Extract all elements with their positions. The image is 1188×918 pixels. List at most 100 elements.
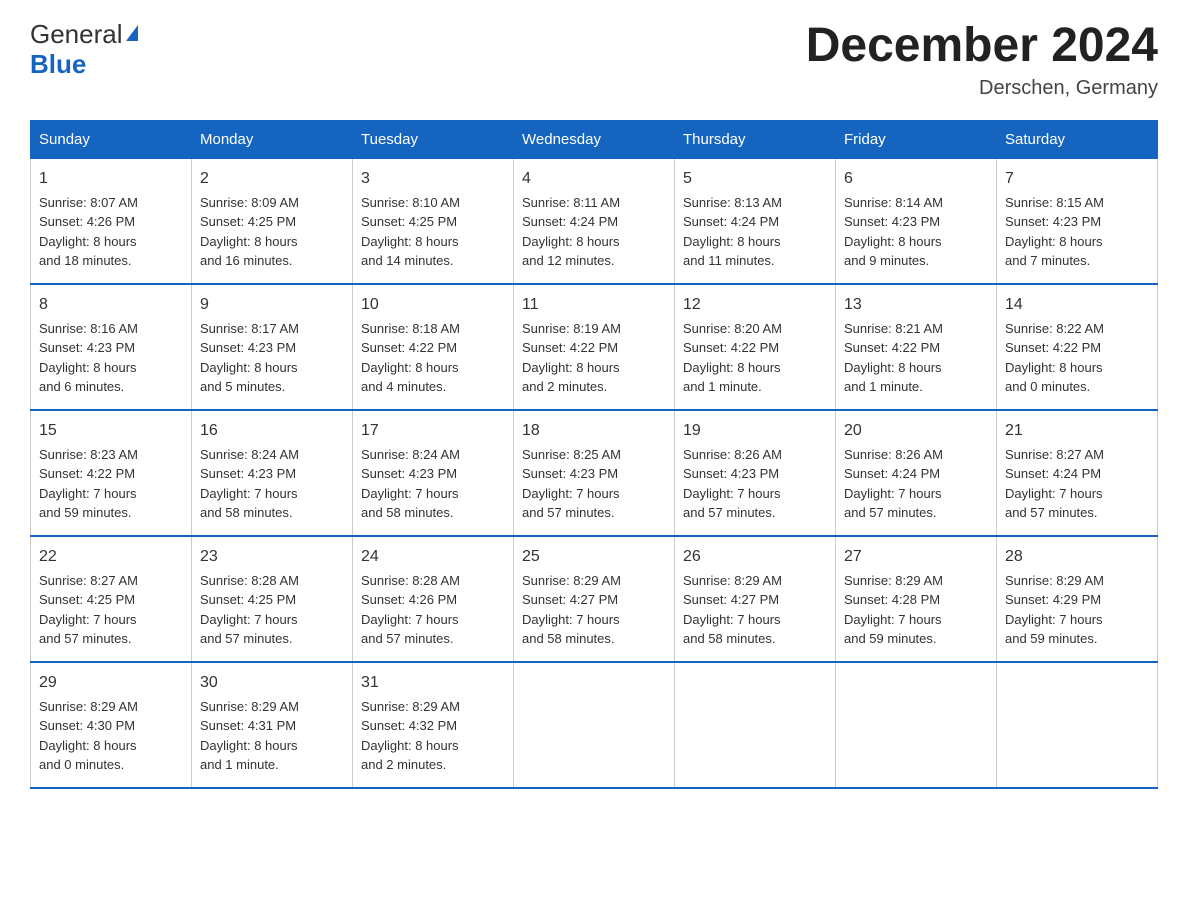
table-row: 20Sunrise: 8:26 AMSunset: 4:24 PMDayligh… xyxy=(836,410,997,536)
day-number: 8 xyxy=(39,293,183,317)
col-wednesday: Wednesday xyxy=(514,120,675,158)
day-info: Sunrise: 8:28 AMSunset: 4:26 PMDaylight:… xyxy=(361,571,505,649)
day-info: Sunrise: 8:17 AMSunset: 4:23 PMDaylight:… xyxy=(200,319,344,397)
day-number: 16 xyxy=(200,419,344,443)
day-number: 14 xyxy=(1005,293,1149,317)
logo-blue: Blue xyxy=(30,49,86,79)
calendar-week-row: 1Sunrise: 8:07 AMSunset: 4:26 PMDaylight… xyxy=(31,158,1158,284)
day-info: Sunrise: 8:29 AMSunset: 4:27 PMDaylight:… xyxy=(522,571,666,649)
day-number: 31 xyxy=(361,671,505,695)
day-info: Sunrise: 8:15 AMSunset: 4:23 PMDaylight:… xyxy=(1005,193,1149,271)
day-info: Sunrise: 8:21 AMSunset: 4:22 PMDaylight:… xyxy=(844,319,988,397)
calendar-week-row: 22Sunrise: 8:27 AMSunset: 4:25 PMDayligh… xyxy=(31,536,1158,662)
page-title: December 2024 xyxy=(806,20,1158,73)
table-row: 10Sunrise: 8:18 AMSunset: 4:22 PMDayligh… xyxy=(353,284,514,410)
table-row: 6Sunrise: 8:14 AMSunset: 4:23 PMDaylight… xyxy=(836,158,997,284)
day-info: Sunrise: 8:29 AMSunset: 4:27 PMDaylight:… xyxy=(683,571,827,649)
day-number: 22 xyxy=(39,545,183,569)
table-row: 31Sunrise: 8:29 AMSunset: 4:32 PMDayligh… xyxy=(353,662,514,788)
day-info: Sunrise: 8:24 AMSunset: 4:23 PMDaylight:… xyxy=(200,445,344,523)
day-number: 29 xyxy=(39,671,183,695)
table-row: 13Sunrise: 8:21 AMSunset: 4:22 PMDayligh… xyxy=(836,284,997,410)
calendar-table: Sunday Monday Tuesday Wednesday Thursday… xyxy=(30,120,1158,789)
day-number: 1 xyxy=(39,167,183,191)
day-info: Sunrise: 8:28 AMSunset: 4:25 PMDaylight:… xyxy=(200,571,344,649)
day-number: 9 xyxy=(200,293,344,317)
table-row: 21Sunrise: 8:27 AMSunset: 4:24 PMDayligh… xyxy=(997,410,1158,536)
calendar-week-row: 8Sunrise: 8:16 AMSunset: 4:23 PMDaylight… xyxy=(31,284,1158,410)
calendar-week-row: 29Sunrise: 8:29 AMSunset: 4:30 PMDayligh… xyxy=(31,662,1158,788)
table-row: 26Sunrise: 8:29 AMSunset: 4:27 PMDayligh… xyxy=(675,536,836,662)
table-row: 23Sunrise: 8:28 AMSunset: 4:25 PMDayligh… xyxy=(192,536,353,662)
table-row: 25Sunrise: 8:29 AMSunset: 4:27 PMDayligh… xyxy=(514,536,675,662)
title-block: December 2024 Derschen, Germany xyxy=(806,20,1158,100)
calendar-header-row: Sunday Monday Tuesday Wednesday Thursday… xyxy=(31,120,1158,158)
col-monday: Monday xyxy=(192,120,353,158)
logo-arrow-icon xyxy=(126,25,138,41)
table-row: 3Sunrise: 8:10 AMSunset: 4:25 PMDaylight… xyxy=(353,158,514,284)
day-info: Sunrise: 8:29 AMSunset: 4:30 PMDaylight:… xyxy=(39,697,183,775)
day-info: Sunrise: 8:24 AMSunset: 4:23 PMDaylight:… xyxy=(361,445,505,523)
col-sunday: Sunday xyxy=(31,120,192,158)
day-number: 4 xyxy=(522,167,666,191)
col-saturday: Saturday xyxy=(997,120,1158,158)
day-number: 18 xyxy=(522,419,666,443)
table-row: 28Sunrise: 8:29 AMSunset: 4:29 PMDayligh… xyxy=(997,536,1158,662)
day-number: 12 xyxy=(683,293,827,317)
logo: General Blue xyxy=(30,20,138,80)
day-info: Sunrise: 8:29 AMSunset: 4:28 PMDaylight:… xyxy=(844,571,988,649)
day-number: 23 xyxy=(200,545,344,569)
day-number: 3 xyxy=(361,167,505,191)
day-number: 10 xyxy=(361,293,505,317)
page-header: General Blue December 2024 Derschen, Ger… xyxy=(30,20,1158,100)
day-info: Sunrise: 8:22 AMSunset: 4:22 PMDaylight:… xyxy=(1005,319,1149,397)
table-row: 14Sunrise: 8:22 AMSunset: 4:22 PMDayligh… xyxy=(997,284,1158,410)
day-number: 19 xyxy=(683,419,827,443)
day-number: 27 xyxy=(844,545,988,569)
col-tuesday: Tuesday xyxy=(353,120,514,158)
day-number: 17 xyxy=(361,419,505,443)
table-row: 1Sunrise: 8:07 AMSunset: 4:26 PMDaylight… xyxy=(31,158,192,284)
day-info: Sunrise: 8:29 AMSunset: 4:29 PMDaylight:… xyxy=(1005,571,1149,649)
table-row: 17Sunrise: 8:24 AMSunset: 4:23 PMDayligh… xyxy=(353,410,514,536)
day-info: Sunrise: 8:07 AMSunset: 4:26 PMDaylight:… xyxy=(39,193,183,271)
day-number: 5 xyxy=(683,167,827,191)
day-info: Sunrise: 8:29 AMSunset: 4:31 PMDaylight:… xyxy=(200,697,344,775)
day-info: Sunrise: 8:26 AMSunset: 4:24 PMDaylight:… xyxy=(844,445,988,523)
day-number: 15 xyxy=(39,419,183,443)
table-row: 24Sunrise: 8:28 AMSunset: 4:26 PMDayligh… xyxy=(353,536,514,662)
day-info: Sunrise: 8:16 AMSunset: 4:23 PMDaylight:… xyxy=(39,319,183,397)
table-row: 12Sunrise: 8:20 AMSunset: 4:22 PMDayligh… xyxy=(675,284,836,410)
table-row xyxy=(675,662,836,788)
day-number: 30 xyxy=(200,671,344,695)
day-info: Sunrise: 8:10 AMSunset: 4:25 PMDaylight:… xyxy=(361,193,505,271)
day-number: 25 xyxy=(522,545,666,569)
table-row: 5Sunrise: 8:13 AMSunset: 4:24 PMDaylight… xyxy=(675,158,836,284)
day-number: 7 xyxy=(1005,167,1149,191)
table-row xyxy=(997,662,1158,788)
day-number: 11 xyxy=(522,293,666,317)
table-row: 7Sunrise: 8:15 AMSunset: 4:23 PMDaylight… xyxy=(997,158,1158,284)
table-row: 19Sunrise: 8:26 AMSunset: 4:23 PMDayligh… xyxy=(675,410,836,536)
col-thursday: Thursday xyxy=(675,120,836,158)
day-info: Sunrise: 8:19 AMSunset: 4:22 PMDaylight:… xyxy=(522,319,666,397)
day-number: 26 xyxy=(683,545,827,569)
day-number: 2 xyxy=(200,167,344,191)
table-row: 29Sunrise: 8:29 AMSunset: 4:30 PMDayligh… xyxy=(31,662,192,788)
table-row: 11Sunrise: 8:19 AMSunset: 4:22 PMDayligh… xyxy=(514,284,675,410)
table-row: 30Sunrise: 8:29 AMSunset: 4:31 PMDayligh… xyxy=(192,662,353,788)
table-row: 18Sunrise: 8:25 AMSunset: 4:23 PMDayligh… xyxy=(514,410,675,536)
day-number: 20 xyxy=(844,419,988,443)
day-info: Sunrise: 8:18 AMSunset: 4:22 PMDaylight:… xyxy=(361,319,505,397)
day-number: 13 xyxy=(844,293,988,317)
day-number: 21 xyxy=(1005,419,1149,443)
table-row: 27Sunrise: 8:29 AMSunset: 4:28 PMDayligh… xyxy=(836,536,997,662)
day-number: 6 xyxy=(844,167,988,191)
table-row: 15Sunrise: 8:23 AMSunset: 4:22 PMDayligh… xyxy=(31,410,192,536)
table-row: 2Sunrise: 8:09 AMSunset: 4:25 PMDaylight… xyxy=(192,158,353,284)
table-row: 16Sunrise: 8:24 AMSunset: 4:23 PMDayligh… xyxy=(192,410,353,536)
day-info: Sunrise: 8:09 AMSunset: 4:25 PMDaylight:… xyxy=(200,193,344,271)
logo-general: General xyxy=(30,19,123,49)
table-row xyxy=(836,662,997,788)
calendar-week-row: 15Sunrise: 8:23 AMSunset: 4:22 PMDayligh… xyxy=(31,410,1158,536)
